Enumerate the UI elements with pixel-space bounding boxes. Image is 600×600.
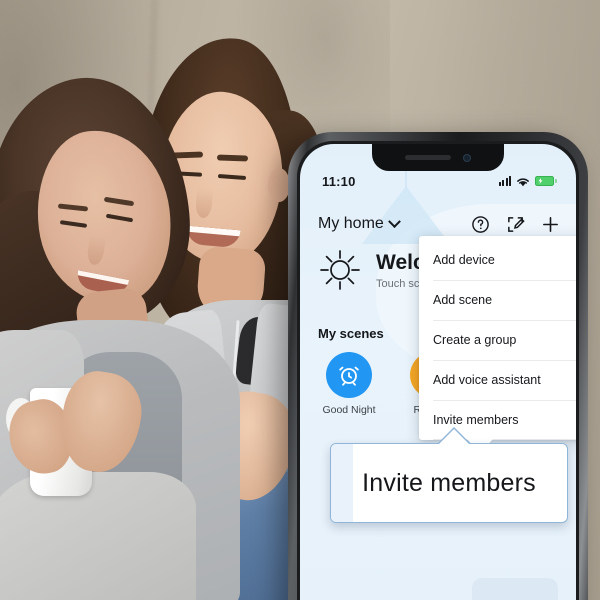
- battery-charging-icon: [535, 176, 557, 186]
- young-woman-ear: [268, 168, 290, 202]
- older-woman-legs: [0, 472, 196, 600]
- young-woman-brow-right: [216, 154, 249, 162]
- plus-icon[interactable]: [541, 215, 560, 234]
- alarm-clock-icon: [326, 352, 372, 398]
- app-bar-actions: [471, 215, 560, 234]
- status-clock: 11:10: [322, 173, 356, 189]
- phone-screen: 11:10 My home Touch My scenes Good Night…: [300, 144, 576, 600]
- scan-edit-icon[interactable]: [506, 215, 525, 234]
- phone-notch: [372, 144, 504, 171]
- add-menu-dropdown: Add device Add scene Create a group Add …: [419, 236, 576, 453]
- invite-members-callout: Invite members: [330, 427, 568, 523]
- promo-image: 11:10 My home Touch My scenes Good Night…: [0, 0, 600, 600]
- menu-item-add-device[interactable]: Add device: [419, 240, 576, 280]
- home-name-label: My home: [318, 215, 384, 232]
- wifi-icon: [517, 177, 529, 186]
- menu-item-create-a-group[interactable]: Create a group: [419, 320, 576, 360]
- earpiece-speaker: [405, 155, 451, 160]
- callout-label: Invite members: [362, 468, 536, 497]
- phone-bezel: 11:10 My home Touch My scenes Good Night…: [297, 141, 579, 600]
- help-circle-icon[interactable]: [471, 215, 490, 234]
- status-icon-group: [498, 176, 557, 187]
- scene-item-good-night[interactable]: Good Night: [318, 352, 380, 416]
- callout-arrow: [439, 429, 469, 444]
- scenes-section-title: My scenes: [318, 326, 384, 341]
- chevron-down-icon: [387, 214, 401, 228]
- peeking-card-front: [472, 578, 558, 600]
- scene-label: Good Night: [322, 404, 376, 416]
- front-camera-icon: [463, 153, 471, 162]
- cellular-signal-icon: [498, 176, 511, 186]
- phone-mockup: 11:10 My home Touch My scenes Good Night…: [288, 132, 588, 600]
- status-bar: 11:10: [300, 170, 576, 192]
- menu-item-add-scene[interactable]: Add scene: [419, 280, 576, 320]
- menu-item-add-voice-assistant[interactable]: Add voice assistant: [419, 360, 576, 400]
- sun-icon: [318, 248, 362, 292]
- home-selector[interactable]: My home: [318, 214, 401, 233]
